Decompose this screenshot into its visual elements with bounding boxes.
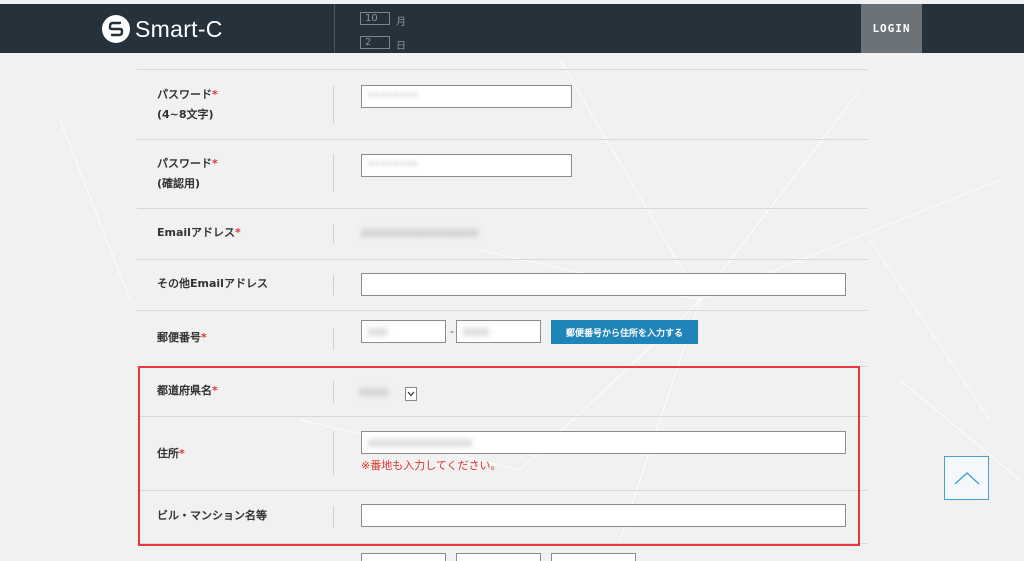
next-row-input-peek <box>361 553 446 561</box>
row-divider <box>333 86 334 124</box>
address-label: 住所* <box>157 447 185 460</box>
building-row: ビル・マンション名等 <box>137 490 868 543</box>
required-mark: * <box>212 384 218 397</box>
required-mark: * <box>179 447 185 460</box>
prefecture-label: 都道府県名* <box>157 384 218 397</box>
other-email-row: その他Emailアドレス <box>137 259 868 310</box>
password-hint: (4~8文字) <box>157 108 214 121</box>
postal-code-row: 郵便番号* xxx - xxxx 郵便番号から住所を入力する <box>137 310 868 366</box>
prefecture-select[interactable]: xxxxx <box>359 387 417 401</box>
prefecture-row: 都道府県名* xxxxx <box>137 366 868 416</box>
logo[interactable]: Smart-C <box>102 14 223 44</box>
password-input[interactable]: •••••••• <box>361 85 572 108</box>
postal-code-second-input[interactable]: xxxx <box>456 320 541 343</box>
address-row: 住所* xxxxxxxxxxxxxxxx ※番地も入力してください。 <box>137 416 868 490</box>
row-divider <box>333 431 334 475</box>
day-value: 2 <box>365 37 372 48</box>
postal-lookup-button[interactable]: 郵便番号から住所を入力する <box>551 320 698 344</box>
password-label: パスワード* (4~8文字) <box>157 88 218 121</box>
header-divider <box>334 4 335 53</box>
email-value: xxxxxxxxxxxxxxxxxx <box>361 226 479 239</box>
building-input[interactable] <box>361 504 846 527</box>
postal-code-first-input[interactable]: xxx <box>361 320 446 343</box>
other-email-label: その他Emailアドレス <box>157 277 268 290</box>
month-value: 10 <box>365 13 378 24</box>
form-bottom-border <box>137 543 868 544</box>
top-header: Smart-C LOGIN <box>0 4 1024 53</box>
password-confirm-row: パスワード* (確認用) •••••••• <box>137 139 868 208</box>
row-divider <box>333 328 334 350</box>
row-divider <box>333 154 334 192</box>
next-row-input-peek <box>551 553 636 561</box>
password-confirm-label: パスワード* (確認用) <box>157 157 218 190</box>
password-confirm-hint: (確認用) <box>157 177 201 190</box>
month-unit: 月 <box>396 17 406 28</box>
row-divider <box>333 224 334 244</box>
row-divider <box>333 381 334 403</box>
next-row-input-peek <box>456 553 541 561</box>
row-divider <box>333 506 334 528</box>
month-select-peek: 10 <box>360 12 390 25</box>
postal-code-label: 郵便番号* <box>157 331 207 344</box>
login-button[interactable]: LOGIN <box>861 4 922 53</box>
day-select-peek: 2 <box>360 36 390 49</box>
row-divider <box>333 275 334 295</box>
required-mark: * <box>234 226 241 239</box>
chevron-up-icon <box>954 472 979 485</box>
smart-c-logo-icon <box>102 15 130 43</box>
email-label: Emailアドレス* <box>157 226 241 239</box>
postal-separator: - <box>450 325 454 338</box>
prefecture-select-value: xxxxx <box>359 387 389 398</box>
building-label: ビル・マンション名等 <box>157 509 267 522</box>
required-mark: * <box>212 157 218 170</box>
required-mark: * <box>212 88 218 101</box>
email-row: Emailアドレス* xxxxxxxxxxxxxxxxxx <box>137 208 868 259</box>
address-input[interactable]: xxxxxxxxxxxxxxxx <box>361 431 846 454</box>
password-confirm-input[interactable]: •••••••• <box>361 154 572 177</box>
address-note: ※番地も入力してください。 <box>361 459 502 472</box>
required-mark: * <box>201 331 207 344</box>
chevron-down-icon[interactable] <box>405 387 417 401</box>
day-unit: 日 <box>396 41 406 52</box>
other-email-input[interactable] <box>361 273 846 296</box>
password-row: パスワード* (4~8文字) •••••••• <box>137 69 868 139</box>
logo-text: Smart-C <box>135 15 223 42</box>
scroll-to-top-button[interactable] <box>944 456 989 500</box>
